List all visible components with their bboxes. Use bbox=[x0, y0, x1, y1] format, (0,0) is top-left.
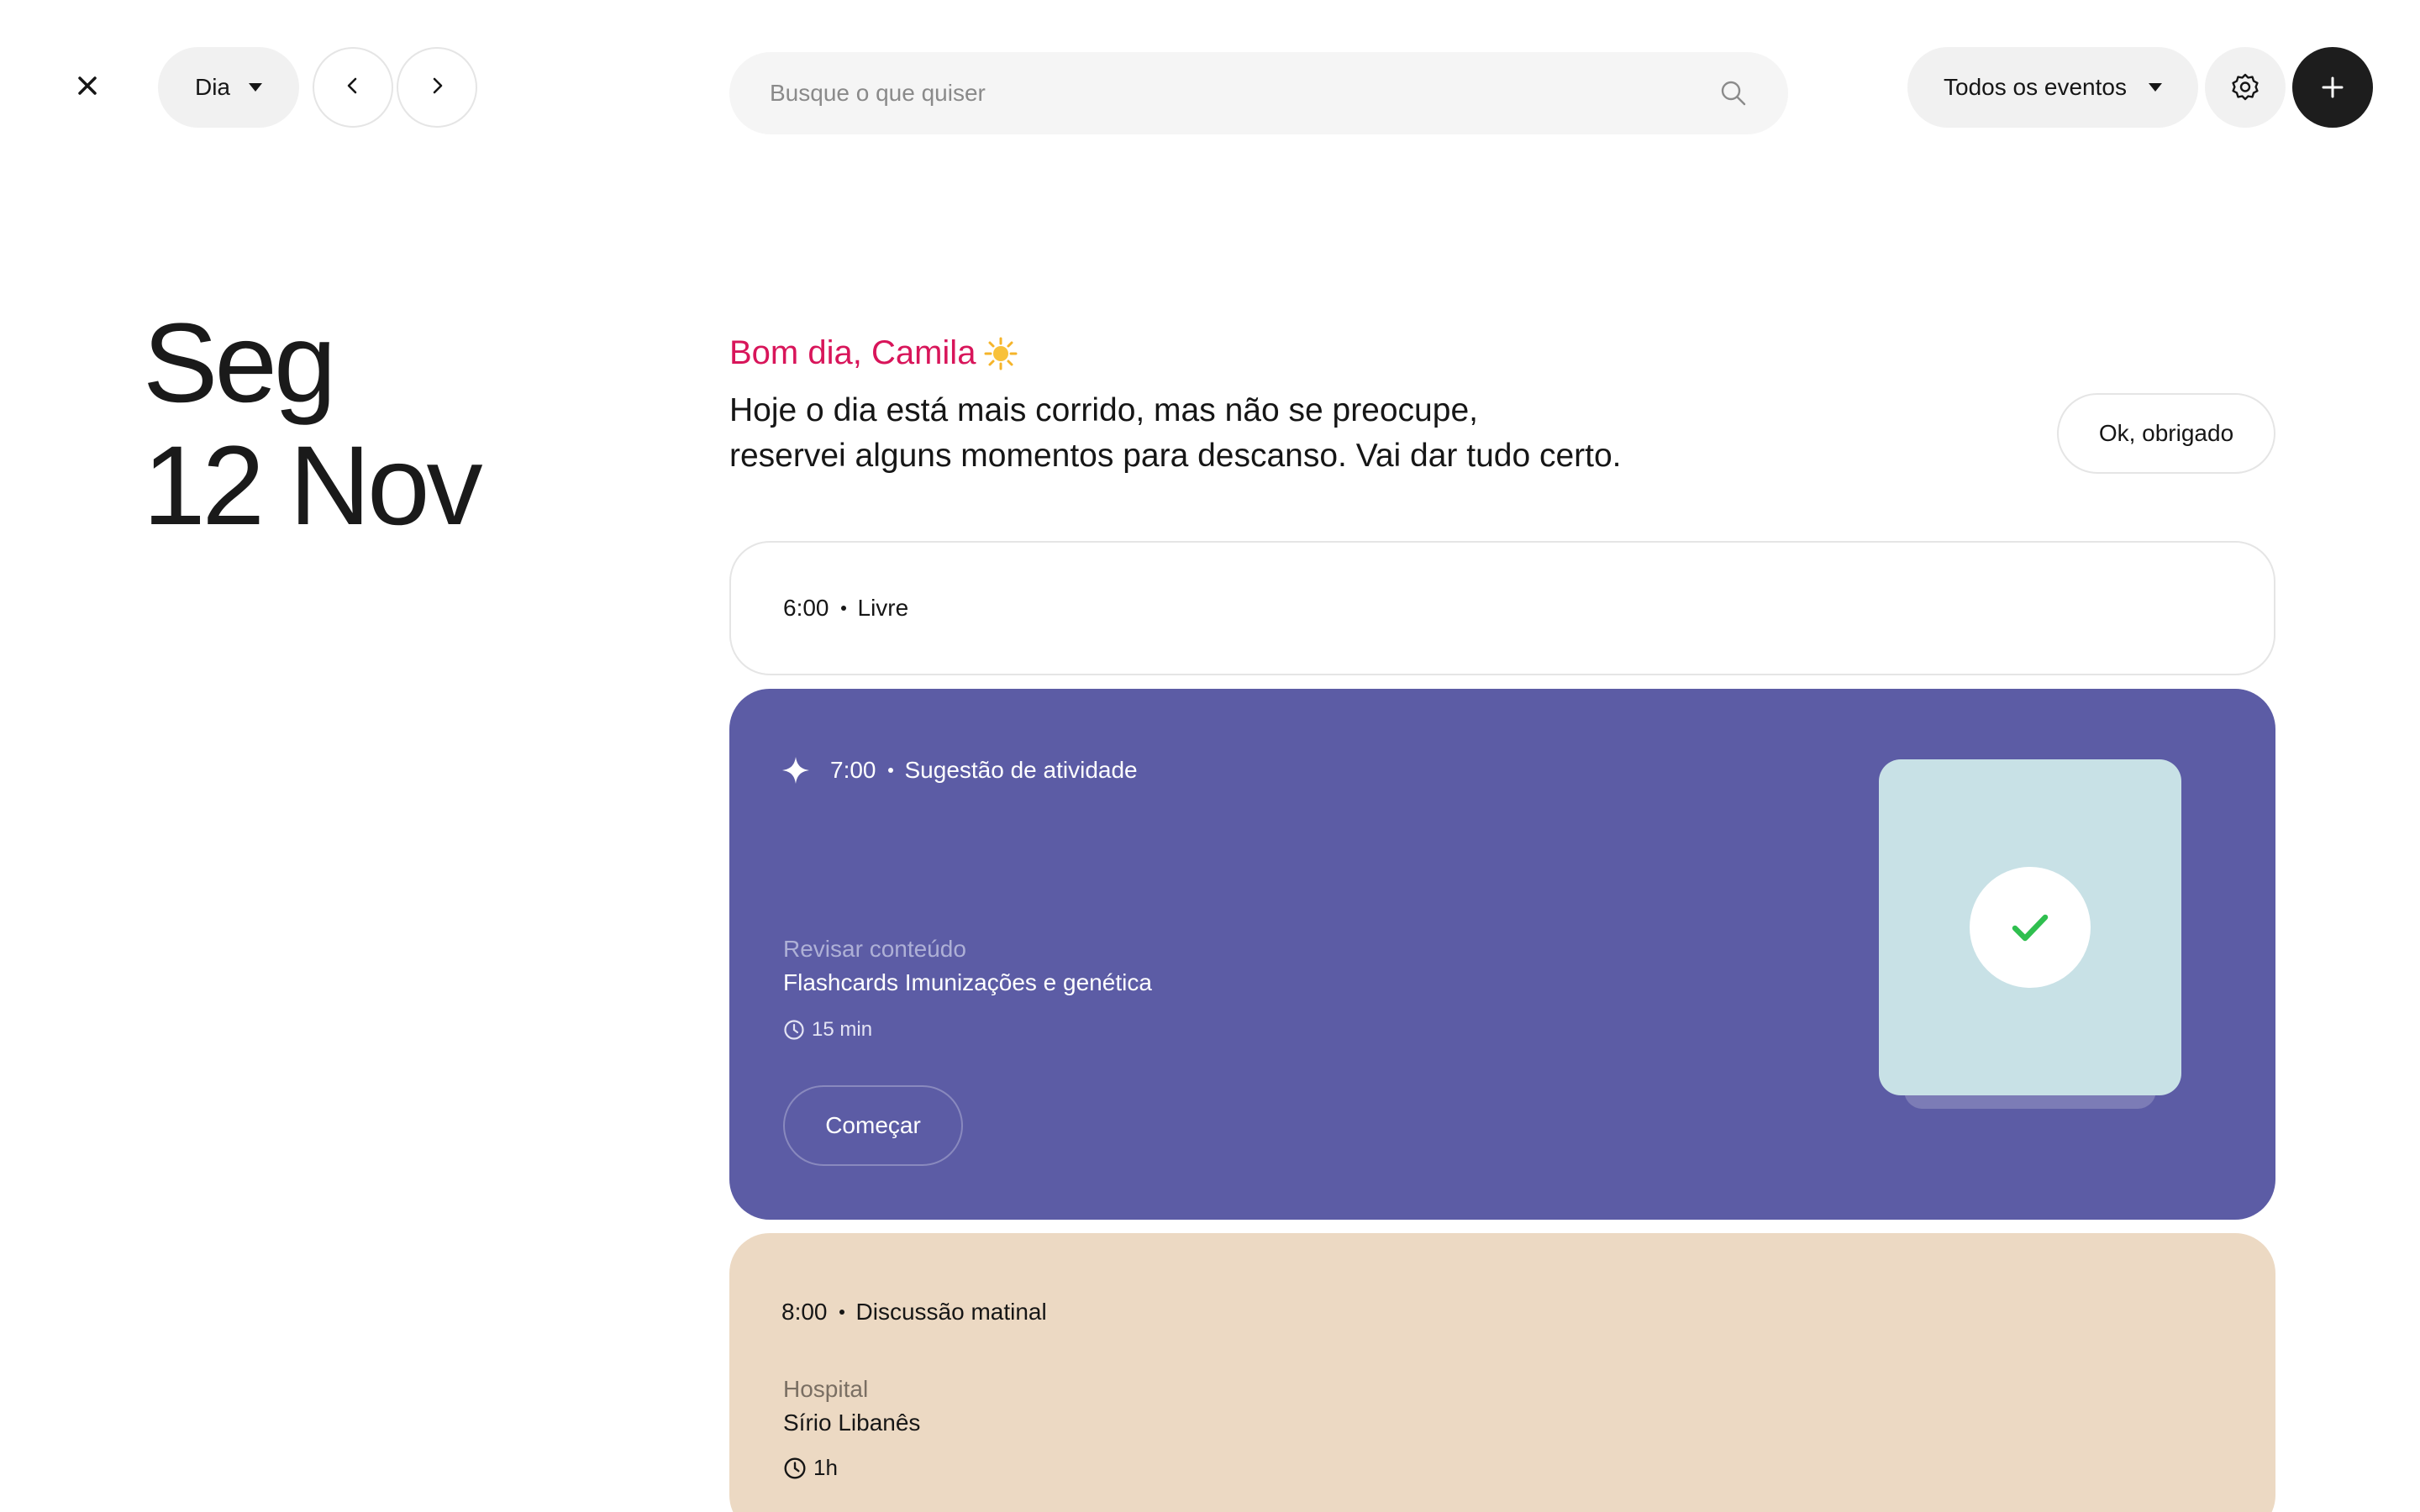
view-mode-dropdown[interactable]: Dia bbox=[158, 47, 299, 128]
activity-duration: 15 min bbox=[783, 1018, 872, 1042]
flashcard-front bbox=[1879, 759, 2181, 1095]
clock-icon bbox=[783, 1019, 805, 1041]
event-filter-label: Todos os eventos bbox=[1944, 74, 2127, 100]
clock-icon bbox=[783, 1457, 807, 1480]
caret-down-icon bbox=[249, 83, 262, 92]
event-header: 6:00 Livre bbox=[783, 595, 908, 622]
location-name: Sírio Libanês bbox=[783, 1410, 921, 1436]
check-circle bbox=[1970, 867, 2091, 988]
event-label: Livre bbox=[857, 595, 909, 621]
separator-dot bbox=[887, 768, 893, 773]
event-card-free[interactable]: 6:00 Livre bbox=[729, 541, 2275, 675]
checkmark-icon bbox=[2007, 904, 2054, 951]
close-icon bbox=[77, 76, 97, 100]
gear-icon bbox=[2230, 72, 2260, 102]
event-label: Discussão matinal bbox=[855, 1299, 1047, 1325]
close-button[interactable] bbox=[67, 67, 108, 108]
weekday-label: Seg bbox=[143, 301, 336, 426]
chevron-left-icon bbox=[344, 76, 362, 99]
ok-thanks-button[interactable]: Ok, obrigado bbox=[2057, 393, 2275, 474]
view-mode-label: Dia bbox=[194, 74, 230, 100]
greeting-title: Bom dia, Camila bbox=[729, 334, 1018, 372]
plus-icon bbox=[2320, 75, 2345, 100]
greeting-title-text: Bom dia, Camila bbox=[729, 334, 976, 371]
event-header: 8:00 Discussão matinal bbox=[781, 1299, 1047, 1326]
event-time: 8:00 bbox=[781, 1299, 828, 1325]
greeting-line-2: reservei alguns momentos para descanso. … bbox=[729, 438, 1622, 474]
event-header: 7:00 Sugestão de atividade bbox=[781, 756, 1138, 785]
next-day-button[interactable] bbox=[397, 47, 477, 128]
event-label: Sugestão de atividade bbox=[904, 757, 1138, 783]
sparkle-icon bbox=[781, 756, 810, 785]
flashcard-illustration bbox=[1879, 759, 2181, 1112]
add-event-button[interactable] bbox=[2292, 47, 2373, 128]
activity-title: Flashcards Imunizações e genética bbox=[783, 969, 1152, 995]
separator-dot bbox=[839, 1310, 844, 1315]
separator-dot bbox=[840, 606, 846, 611]
event-time: 7:00 bbox=[830, 757, 876, 783]
meeting-duration-text: 1h bbox=[813, 1455, 838, 1480]
activity-category: Revisar conteúdo bbox=[783, 936, 966, 962]
location-label: Hospital bbox=[783, 1376, 869, 1402]
event-card-meeting[interactable]: 8:00 Discussão matinal Hospital Sírio Li… bbox=[729, 1233, 2275, 1512]
start-activity-button[interactable]: Começar bbox=[783, 1085, 963, 1166]
settings-button[interactable] bbox=[2205, 47, 2286, 128]
day-month-label: 12 Nov bbox=[143, 423, 483, 549]
chevron-right-icon bbox=[428, 76, 446, 99]
search-input[interactable] bbox=[770, 80, 1719, 107]
search-icon[interactable] bbox=[1719, 79, 1748, 108]
event-filter-dropdown[interactable]: Todos os eventos bbox=[1907, 47, 2198, 128]
greeting-line-1: Hoje o dia está mais corrido, mas não se… bbox=[729, 392, 1478, 428]
search-bar bbox=[729, 52, 1788, 134]
date-heading: Seg 12 Nov bbox=[143, 301, 483, 549]
event-time: 6:00 bbox=[783, 595, 829, 621]
meeting-duration: 1h bbox=[783, 1455, 838, 1481]
event-card-suggestion[interactable]: 7:00 Sugestão de atividade Revisar conte… bbox=[729, 689, 2275, 1220]
greeting-message: Hoje o dia está mais corrido, mas não se… bbox=[729, 388, 1738, 479]
caret-down-icon bbox=[2148, 83, 2162, 92]
sun-icon bbox=[984, 337, 1018, 370]
activity-duration-text: 15 min bbox=[812, 1018, 873, 1041]
previous-day-button[interactable] bbox=[313, 47, 393, 128]
